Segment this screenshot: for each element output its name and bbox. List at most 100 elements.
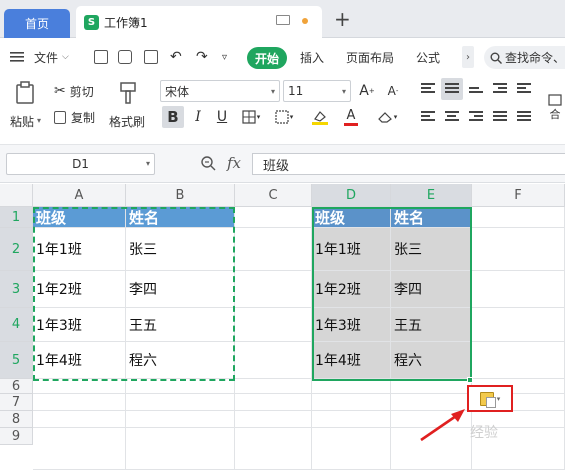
hamburger-icon[interactable] <box>10 39 24 75</box>
cell-c3[interactable] <box>235 271 312 308</box>
menu-file[interactable]: 文件 ⌵ <box>34 39 69 75</box>
row-header-8[interactable]: 8 <box>0 411 33 428</box>
cell-a7[interactable] <box>33 394 126 411</box>
print-icon[interactable] <box>118 39 132 75</box>
cell-b4[interactable]: 王五 <box>126 308 235 342</box>
cell-d3[interactable]: 1年2班 <box>312 271 391 308</box>
new-tab-button[interactable]: + <box>334 8 351 30</box>
tab-home[interactable]: 首页 <box>4 9 70 38</box>
row-header-4[interactable]: 4 <box>0 308 33 342</box>
cell-d1[interactable]: 班级 <box>312 207 391 228</box>
cell-c1[interactable] <box>235 207 312 228</box>
cell-f5[interactable] <box>472 342 565 379</box>
cell-c6[interactable] <box>235 379 312 394</box>
cell-d8[interactable] <box>312 411 391 428</box>
increase-font-icon[interactable]: A + <box>358 81 376 101</box>
col-header-b[interactable]: B <box>126 184 235 207</box>
copy-button[interactable]: 复制 <box>54 107 104 127</box>
menu-formula[interactable]: 公式 <box>416 39 440 75</box>
cell-d2[interactable]: 1年1班 <box>312 228 391 271</box>
cell-b5[interactable]: 程六 <box>126 342 235 379</box>
fill-handle[interactable] <box>467 377 473 383</box>
cell-e6[interactable] <box>391 379 472 394</box>
outdent-icon[interactable] <box>516 79 532 99</box>
align-right-icon[interactable] <box>468 107 484 127</box>
redo-icon[interactable]: ↷ <box>196 39 208 75</box>
insert-function-button[interactable]: fx <box>227 154 241 172</box>
cell-a6[interactable] <box>33 379 126 394</box>
cell-f1[interactable] <box>472 207 565 228</box>
spreadsheet-grid[interactable]: A B C D E F 1 2 3 4 5 6 7 8 9 班级 姓名 班级 姓… <box>0 184 565 470</box>
row-header-2[interactable]: 2 <box>0 228 33 271</box>
col-header-f[interactable]: F <box>472 184 565 207</box>
formula-input[interactable]: 班级 <box>252 153 565 175</box>
customize-toolbar-icon[interactable]: ▿ <box>222 39 227 75</box>
bold-button[interactable]: B <box>162 106 184 128</box>
tab-workbook[interactable]: S 工作簿1 <box>76 6 322 39</box>
zoom-lookup-icon[interactable] <box>200 155 216 175</box>
menu-page-layout[interactable]: 页面布局 <box>346 39 394 75</box>
border-icon[interactable]: ▾ <box>238 106 264 128</box>
cell-a2[interactable]: 1年1班 <box>33 228 126 271</box>
cell-c2[interactable] <box>235 228 312 271</box>
indent-icon[interactable] <box>492 79 508 99</box>
align-center-icon[interactable] <box>444 107 460 127</box>
merge-button[interactable]: 合 <box>546 93 564 123</box>
justify-icon[interactable] <box>492 107 508 127</box>
cell-a1[interactable]: 班级 <box>33 207 126 228</box>
cell-a8[interactable] <box>33 411 126 428</box>
cell-c7[interactable] <box>235 394 312 411</box>
print-preview-icon[interactable] <box>144 39 158 75</box>
cell-a9[interactable] <box>33 428 126 470</box>
cell-e2[interactable]: 张三 <box>391 228 472 271</box>
col-header-d[interactable]: D <box>312 184 391 207</box>
cell-d7[interactable] <box>312 394 391 411</box>
command-search[interactable]: 查找命令、 <box>484 46 565 69</box>
eraser-icon[interactable]: ▾ <box>372 106 402 128</box>
cell-e3[interactable]: 李四 <box>391 271 472 308</box>
paste-button[interactable]: 粘贴 ▾ <box>10 79 50 135</box>
row-header-6[interactable]: 6 <box>0 379 33 394</box>
cell-b2[interactable]: 张三 <box>126 228 235 271</box>
cell-c8[interactable] <box>235 411 312 428</box>
name-box[interactable]: D1 ▾ <box>6 153 155 175</box>
underline-button[interactable]: U <box>212 106 232 128</box>
align-top-icon[interactable] <box>420 79 436 99</box>
fill-pattern-icon[interactable]: ▾ <box>270 106 298 128</box>
cell-b7[interactable] <box>126 394 235 411</box>
row-header-9[interactable]: 9 <box>0 428 33 445</box>
distribute-icon[interactable] <box>516 107 532 127</box>
cell-b3[interactable]: 李四 <box>126 271 235 308</box>
align-left-icon[interactable] <box>420 107 436 127</box>
align-bottom-icon[interactable] <box>468 79 484 99</box>
cell-f4[interactable] <box>472 308 565 342</box>
cell-e1[interactable]: 姓名 <box>391 207 472 228</box>
row-header-7[interactable]: 7 <box>0 394 33 411</box>
font-color-icon[interactable]: A <box>338 106 364 128</box>
font-family-select[interactable]: 宋体 ▾ <box>160 80 280 102</box>
cell-e4[interactable]: 王五 <box>391 308 472 342</box>
italic-button[interactable]: I <box>188 106 208 128</box>
cell-b9[interactable] <box>126 428 235 470</box>
cell-a5[interactable]: 1年4班 <box>33 342 126 379</box>
cell-b1[interactable]: 姓名 <box>126 207 235 228</box>
row-header-1[interactable]: 1 <box>0 207 33 228</box>
select-all-corner[interactable] <box>0 184 33 207</box>
col-header-a[interactable]: A <box>33 184 126 207</box>
cell-a4[interactable]: 1年3班 <box>33 308 126 342</box>
cell-b8[interactable] <box>126 411 235 428</box>
cell-c5[interactable] <box>235 342 312 379</box>
cell-f2[interactable] <box>472 228 565 271</box>
font-size-select[interactable]: 11 ▾ <box>283 80 351 102</box>
monitor-icon[interactable] <box>276 15 290 25</box>
save-icon[interactable] <box>94 39 108 75</box>
cell-c4[interactable] <box>235 308 312 342</box>
row-header-5[interactable]: 5 <box>0 342 33 379</box>
cell-d5[interactable]: 1年4班 <box>312 342 391 379</box>
cell-c9[interactable] <box>235 428 312 470</box>
col-header-c[interactable]: C <box>235 184 312 207</box>
cell-d9[interactable] <box>312 428 391 470</box>
cell-d4[interactable]: 1年3班 <box>312 308 391 342</box>
menu-insert[interactable]: 插入 <box>300 39 324 75</box>
col-header-e[interactable]: E <box>391 184 472 207</box>
